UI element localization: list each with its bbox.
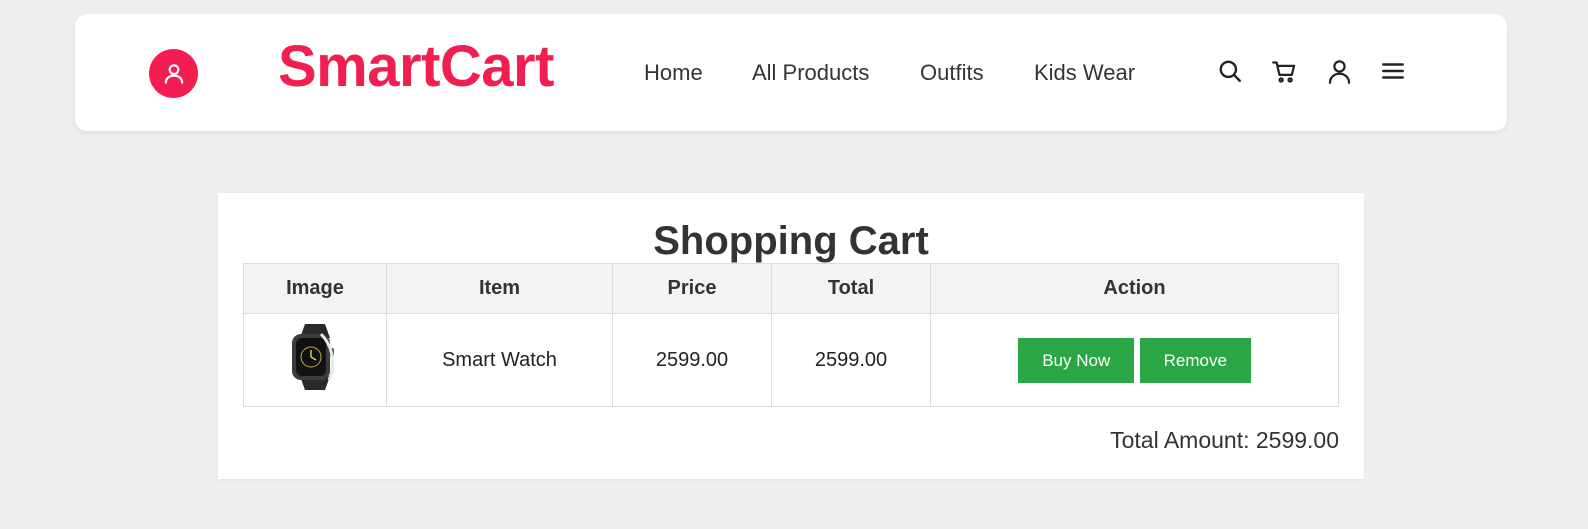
user-avatar[interactable]: [149, 49, 198, 98]
account-icon[interactable]: [1325, 57, 1353, 85]
column-header-price: Price: [612, 263, 772, 314]
column-header-image: Image: [243, 263, 387, 314]
user-icon: [164, 63, 183, 84]
column-header-total: Total: [771, 263, 931, 314]
table-row: Smart Watch 2599.00 2599.00 Buy Now Remo…: [243, 313, 1339, 407]
table-header-row: Image Item Price Total Action: [243, 263, 1339, 314]
brand-logo[interactable]: SmartCart: [278, 38, 554, 96]
nav-kids-wear[interactable]: Kids Wear: [1034, 60, 1135, 86]
cart-icon[interactable]: [1270, 57, 1298, 85]
nav-outfits[interactable]: Outfits: [920, 60, 984, 86]
column-header-item: Item: [386, 263, 613, 314]
search-icon[interactable]: [1216, 57, 1244, 85]
product-image-cell: [243, 313, 387, 407]
cart-table: Image Item Price Total Action Smart Watc…: [243, 263, 1339, 407]
item-name: Smart Watch: [386, 313, 613, 407]
smart-watch-image: [292, 324, 335, 390]
item-total: 2599.00: [771, 313, 931, 407]
cart-panel: Shopping Cart Image Item Price Total Act…: [218, 193, 1364, 479]
total-amount: Total Amount: 2599.00: [1110, 427, 1339, 453]
nav-all-products[interactable]: All Products: [752, 60, 869, 86]
buy-now-button[interactable]: Buy Now: [1018, 337, 1135, 383]
action-cell: Buy Now Remove: [930, 313, 1339, 407]
remove-button[interactable]: Remove: [1139, 337, 1251, 383]
nav-home[interactable]: Home: [644, 60, 703, 86]
menu-icon[interactable]: [1379, 57, 1407, 85]
item-price: 2599.00: [612, 313, 772, 407]
column-header-action: Action: [930, 263, 1339, 314]
page-title: Shopping Cart: [653, 219, 929, 263]
